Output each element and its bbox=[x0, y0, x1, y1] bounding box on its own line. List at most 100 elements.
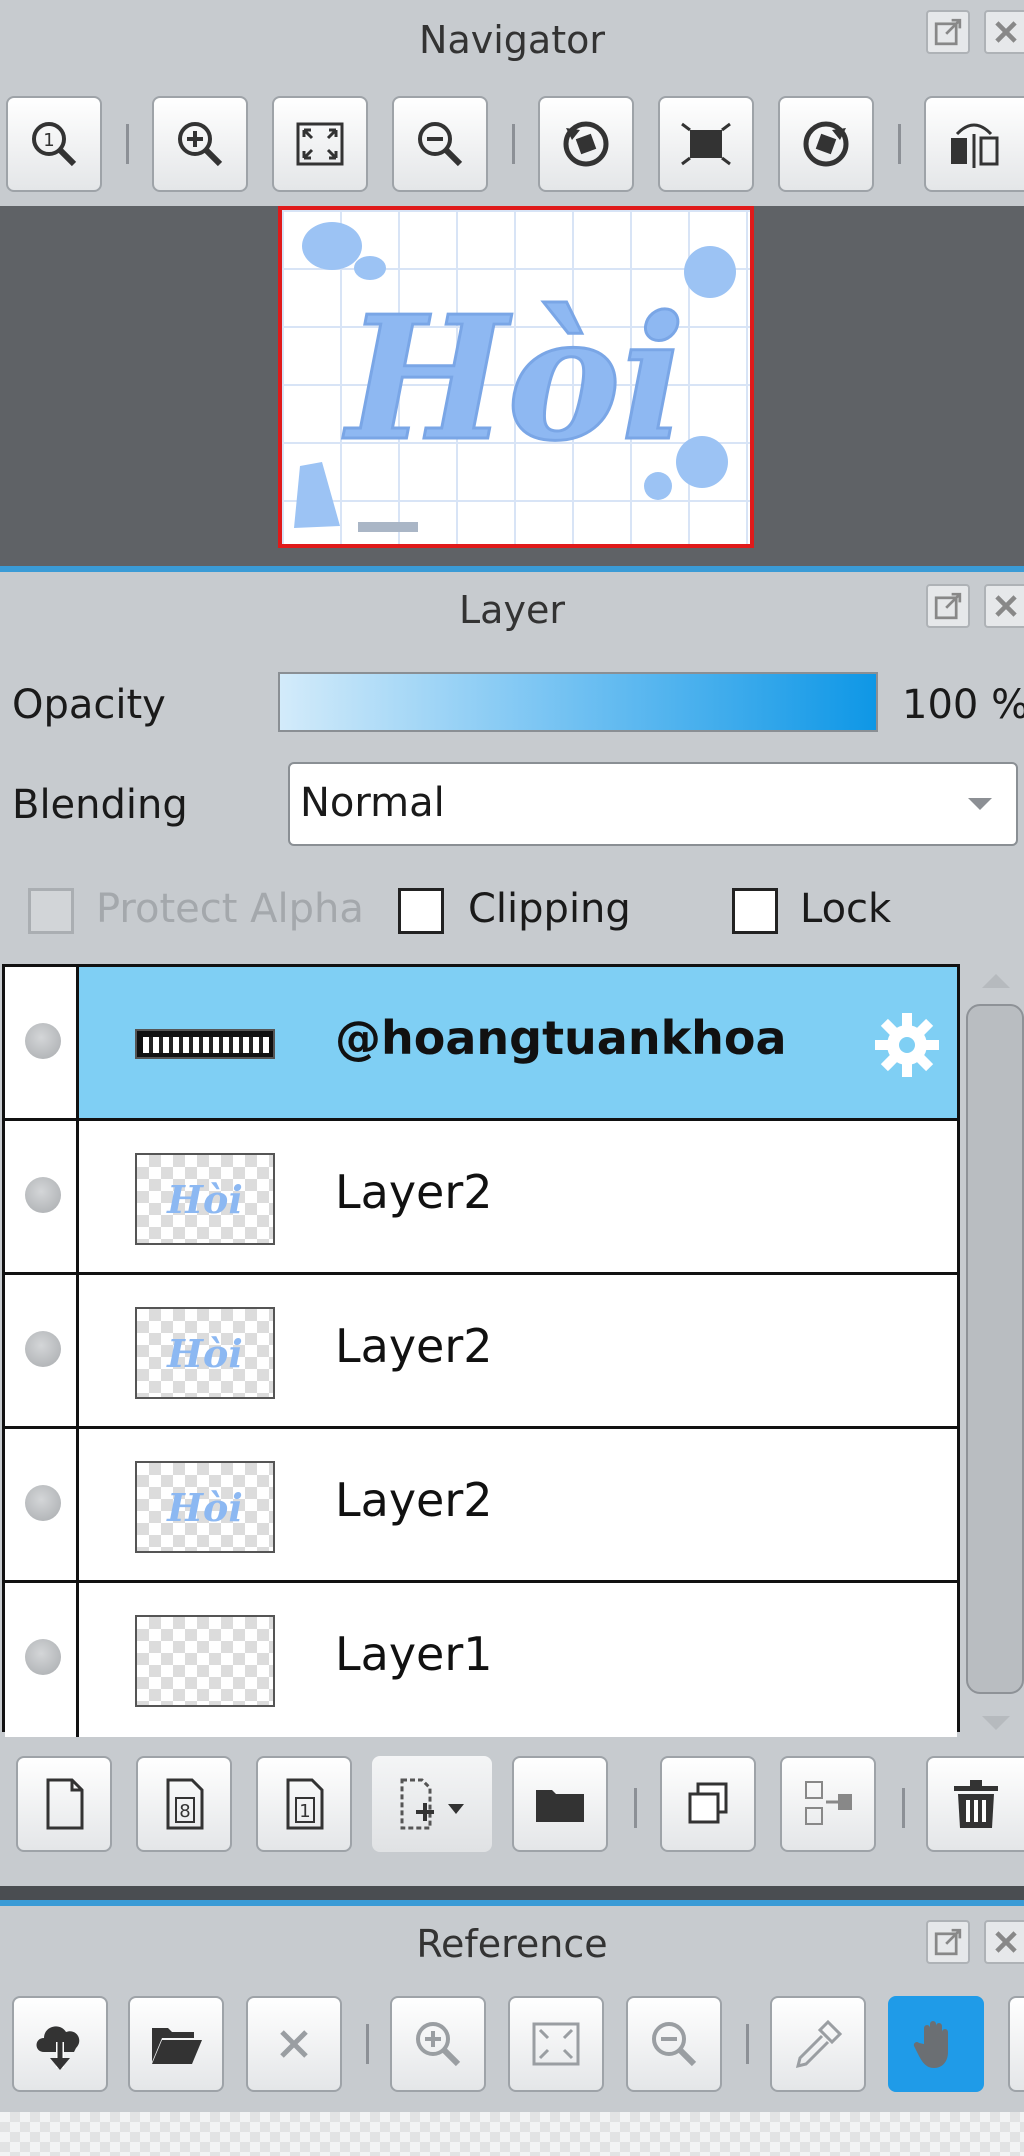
scroll-down-icon[interactable] bbox=[982, 1716, 1010, 1730]
toolbar-separator bbox=[898, 124, 901, 164]
visibility-toggle[interactable] bbox=[5, 1275, 79, 1426]
duplicate-layer-button[interactable] bbox=[660, 1756, 756, 1852]
gear-icon[interactable] bbox=[871, 1009, 943, 1081]
clipping-label: Clipping bbox=[468, 886, 631, 932]
clipping-checkbox[interactable] bbox=[398, 888, 444, 934]
opacity-slider[interactable] bbox=[278, 672, 878, 732]
close-reference-button[interactable] bbox=[246, 1996, 342, 2092]
popout-icon bbox=[934, 592, 962, 620]
toolbar-separator bbox=[126, 124, 129, 164]
layer-row[interactable]: @hoangtuankhoa bbox=[5, 967, 957, 1121]
canvas-preview-text: Hòi bbox=[343, 279, 686, 479]
reference-zoom-out-button[interactable] bbox=[626, 1996, 722, 2092]
protect-alpha-checkbox[interactable] bbox=[28, 888, 74, 934]
new-1bit-layer-icon: 1 bbox=[286, 1778, 324, 1830]
import-cloud-icon bbox=[36, 2026, 80, 2070]
fit-view-button[interactable] bbox=[658, 96, 754, 192]
new-layer-button[interactable] bbox=[16, 1756, 112, 1852]
layer-row[interactable]: Hòi Layer2 bbox=[5, 1121, 957, 1275]
zoom-actual-icon: 1 bbox=[32, 122, 77, 167]
reference-extra-button[interactable] bbox=[1008, 1996, 1024, 2092]
navigator-canvas-preview[interactable]: Hòi bbox=[278, 206, 754, 548]
toolbar-separator bbox=[902, 1788, 905, 1828]
merge-layer-button[interactable] bbox=[780, 1756, 876, 1852]
duplicate-layer-icon bbox=[688, 1782, 728, 1824]
eye-icon bbox=[25, 1177, 61, 1213]
svg-text:8: 8 bbox=[179, 1801, 190, 1822]
rotate-left-button[interactable] bbox=[538, 96, 634, 192]
layer-row[interactable]: Layer1 bbox=[5, 1583, 957, 1737]
layer-panel-title: Layer bbox=[459, 588, 565, 632]
delete-layer-icon bbox=[954, 1780, 998, 1828]
import-button[interactable] bbox=[12, 1996, 108, 2092]
rotate-right-icon bbox=[803, 121, 849, 167]
zoom-out-icon bbox=[418, 122, 463, 167]
new-layer-icon bbox=[46, 1778, 84, 1830]
scrollbar-thumb[interactable] bbox=[966, 1004, 1024, 1694]
visibility-toggle[interactable] bbox=[5, 1121, 79, 1272]
open-folder-button[interactable] bbox=[128, 1996, 224, 2092]
fit-screen-button[interactable] bbox=[272, 96, 368, 192]
layer-thumbnail bbox=[135, 1615, 275, 1707]
canvas-preview-image: Hòi bbox=[294, 222, 736, 532]
blending-select[interactable]: Normal bbox=[288, 762, 1018, 846]
add-layer-dropdown-icon bbox=[400, 1778, 464, 1830]
toolbar-separator bbox=[634, 1788, 637, 1828]
reference-close-button[interactable] bbox=[984, 1920, 1024, 1964]
layer-name: Layer1 bbox=[335, 1627, 493, 1681]
zoom-in-icon bbox=[416, 2022, 461, 2067]
visibility-toggle[interactable] bbox=[5, 1583, 79, 1737]
opacity-value: 100 % bbox=[902, 682, 1024, 728]
navigator-header: Navigator bbox=[0, 0, 1024, 88]
scroll-up-icon[interactable] bbox=[982, 974, 1010, 988]
popout-icon bbox=[934, 1928, 962, 1956]
reference-canvas-area[interactable] bbox=[0, 2112, 1024, 2156]
new-1bit-layer-button[interactable]: 1 bbox=[256, 1756, 352, 1852]
eye-icon bbox=[25, 1639, 61, 1675]
close-icon bbox=[995, 21, 1017, 43]
close-icon bbox=[995, 1931, 1017, 1953]
svg-text:1: 1 bbox=[43, 130, 54, 151]
toolbar-separator bbox=[746, 2024, 749, 2064]
lock-checkbox[interactable] bbox=[732, 888, 778, 934]
eye-icon bbox=[25, 1331, 61, 1367]
flip-horizontal-button[interactable] bbox=[924, 96, 1024, 192]
zoom-actual-button[interactable]: 1 bbox=[6, 96, 102, 192]
new-8bit-layer-button[interactable]: 8 bbox=[136, 1756, 232, 1852]
new-folder-button[interactable] bbox=[512, 1756, 608, 1852]
hand-icon bbox=[913, 2021, 948, 2068]
layer-thumbnail: Hòi bbox=[135, 1461, 275, 1553]
rotate-right-button[interactable] bbox=[778, 96, 874, 192]
reference-undock-button[interactable] bbox=[926, 1920, 970, 1964]
navigator-undock-button[interactable] bbox=[926, 10, 970, 54]
layer-header: Layer bbox=[0, 572, 1024, 654]
rotate-left-icon bbox=[563, 121, 609, 167]
reference-header: Reference bbox=[0, 1906, 1024, 1988]
visibility-toggle[interactable] bbox=[5, 1429, 79, 1580]
layer-row[interactable]: Hòi Layer2 bbox=[5, 1429, 957, 1583]
eye-icon bbox=[25, 1023, 61, 1059]
layer-row[interactable]: Hòi Layer2 bbox=[5, 1275, 957, 1429]
eyedropper-button[interactable] bbox=[770, 1996, 866, 2092]
hand-tool-button[interactable] bbox=[888, 1996, 984, 2092]
svg-text:1: 1 bbox=[299, 1801, 310, 1822]
reference-fit-button[interactable] bbox=[508, 1996, 604, 2092]
layer-thumbnail bbox=[135, 1029, 275, 1059]
reference-zoom-in-button[interactable] bbox=[390, 1996, 486, 2092]
layer-toolbar: 8 1 bbox=[0, 1742, 1024, 1874]
navigator-close-button[interactable] bbox=[984, 10, 1024, 54]
layer-list-scrollbar[interactable] bbox=[962, 964, 1024, 1730]
layer-close-button[interactable] bbox=[984, 584, 1024, 628]
zoom-out-button[interactable] bbox=[392, 96, 488, 192]
layer-undock-button[interactable] bbox=[926, 584, 970, 628]
zoom-in-button[interactable] bbox=[152, 96, 248, 192]
visibility-toggle[interactable] bbox=[5, 967, 79, 1118]
delete-layer-button[interactable] bbox=[926, 1756, 1024, 1852]
new-folder-icon bbox=[536, 1790, 584, 1822]
lock-label: Lock bbox=[800, 886, 892, 932]
toolbar-separator bbox=[512, 124, 515, 164]
fit-screen-icon bbox=[532, 2022, 580, 2066]
navigator-preview-area[interactable]: Hòi bbox=[0, 206, 1024, 566]
add-layer-dropdown-button[interactable] bbox=[372, 1756, 492, 1852]
blending-value: Normal bbox=[300, 780, 445, 826]
